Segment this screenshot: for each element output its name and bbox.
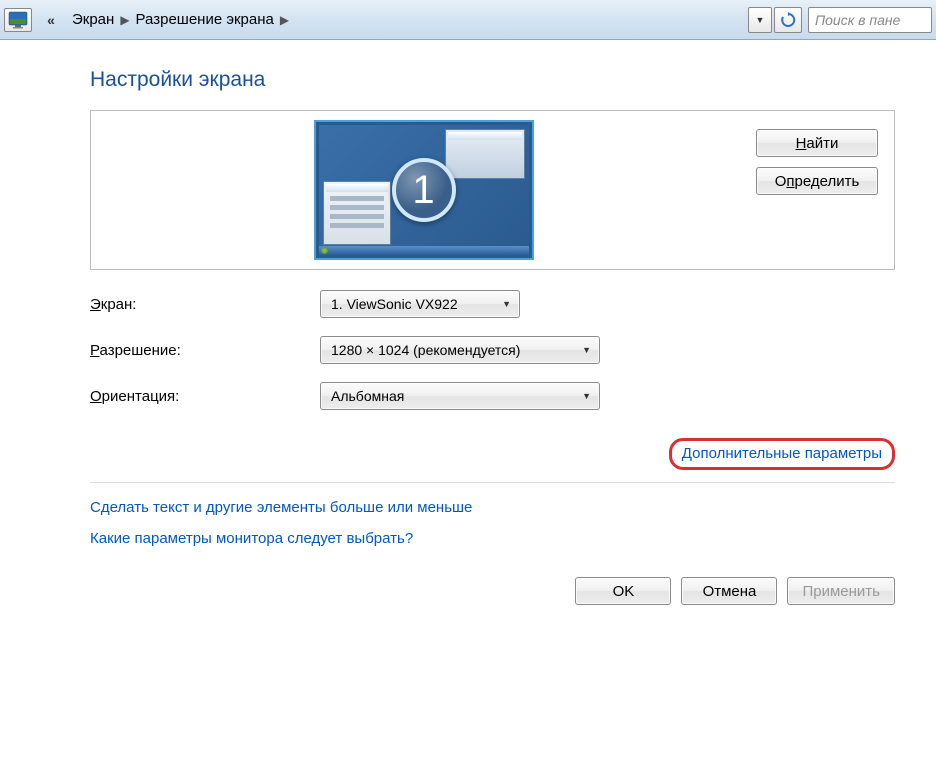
breadcrumb-item-resolution[interactable]: Разрешение экрана [136,11,274,28]
screen-dropdown[interactable]: 1. ViewSonic VX922 ▼ [320,290,520,318]
cancel-button[interactable]: Отмена [681,577,777,605]
apply-button[interactable]: Применить [787,577,895,605]
text-size-link[interactable]: Сделать текст и другие элементы больше и… [90,499,936,516]
detect-button[interactable]: Определить [756,167,878,195]
back-arrows-icon[interactable]: « [36,10,66,30]
chevron-down-icon: ▼ [502,299,511,309]
screen-label: Экран: [90,296,320,313]
breadcrumb: Экран ▶ Разрешение экрана ▶ [66,11,748,28]
monitor-params-link[interactable]: Какие параметры монитора следует выбрать… [90,530,936,547]
chevron-down-icon: ▼ [582,391,591,401]
page-title: Настройки экрана [90,68,936,92]
navigation-bar: « Экран ▶ Разрешение экрана ▶ ▼ Поиск в … [0,0,936,40]
refresh-button[interactable] [774,7,802,33]
monitor-preview[interactable]: 1 [314,120,534,260]
search-input[interactable]: Поиск в пане [808,7,932,33]
orientation-dropdown[interactable]: Альбомная ▼ [320,382,600,410]
orientation-label: Ориентация: [90,388,320,405]
find-button[interactable]: Найти [756,129,878,157]
ok-button[interactable]: OK [575,577,671,605]
annotation-highlight: Дополнительные параметры [669,438,895,470]
chevron-right-icon: ▶ [280,13,289,27]
display-preview-area: 1 Найти Определить [90,110,895,270]
divider [90,482,895,483]
history-dropdown-button[interactable]: ▼ [748,7,772,33]
resolution-label: Разрешение: [90,342,320,359]
resolution-dropdown[interactable]: 1280 × 1024 (рекомендуется) ▼ [320,336,600,364]
control-panel-icon[interactable] [4,8,32,32]
advanced-settings-link[interactable]: Дополнительные параметры [682,445,882,462]
chevron-right-icon: ▶ [120,13,129,27]
breadcrumb-item-screen[interactable]: Экран [72,11,114,28]
monitor-number-badge: 1 [392,158,456,222]
chevron-down-icon: ▼ [582,345,591,355]
